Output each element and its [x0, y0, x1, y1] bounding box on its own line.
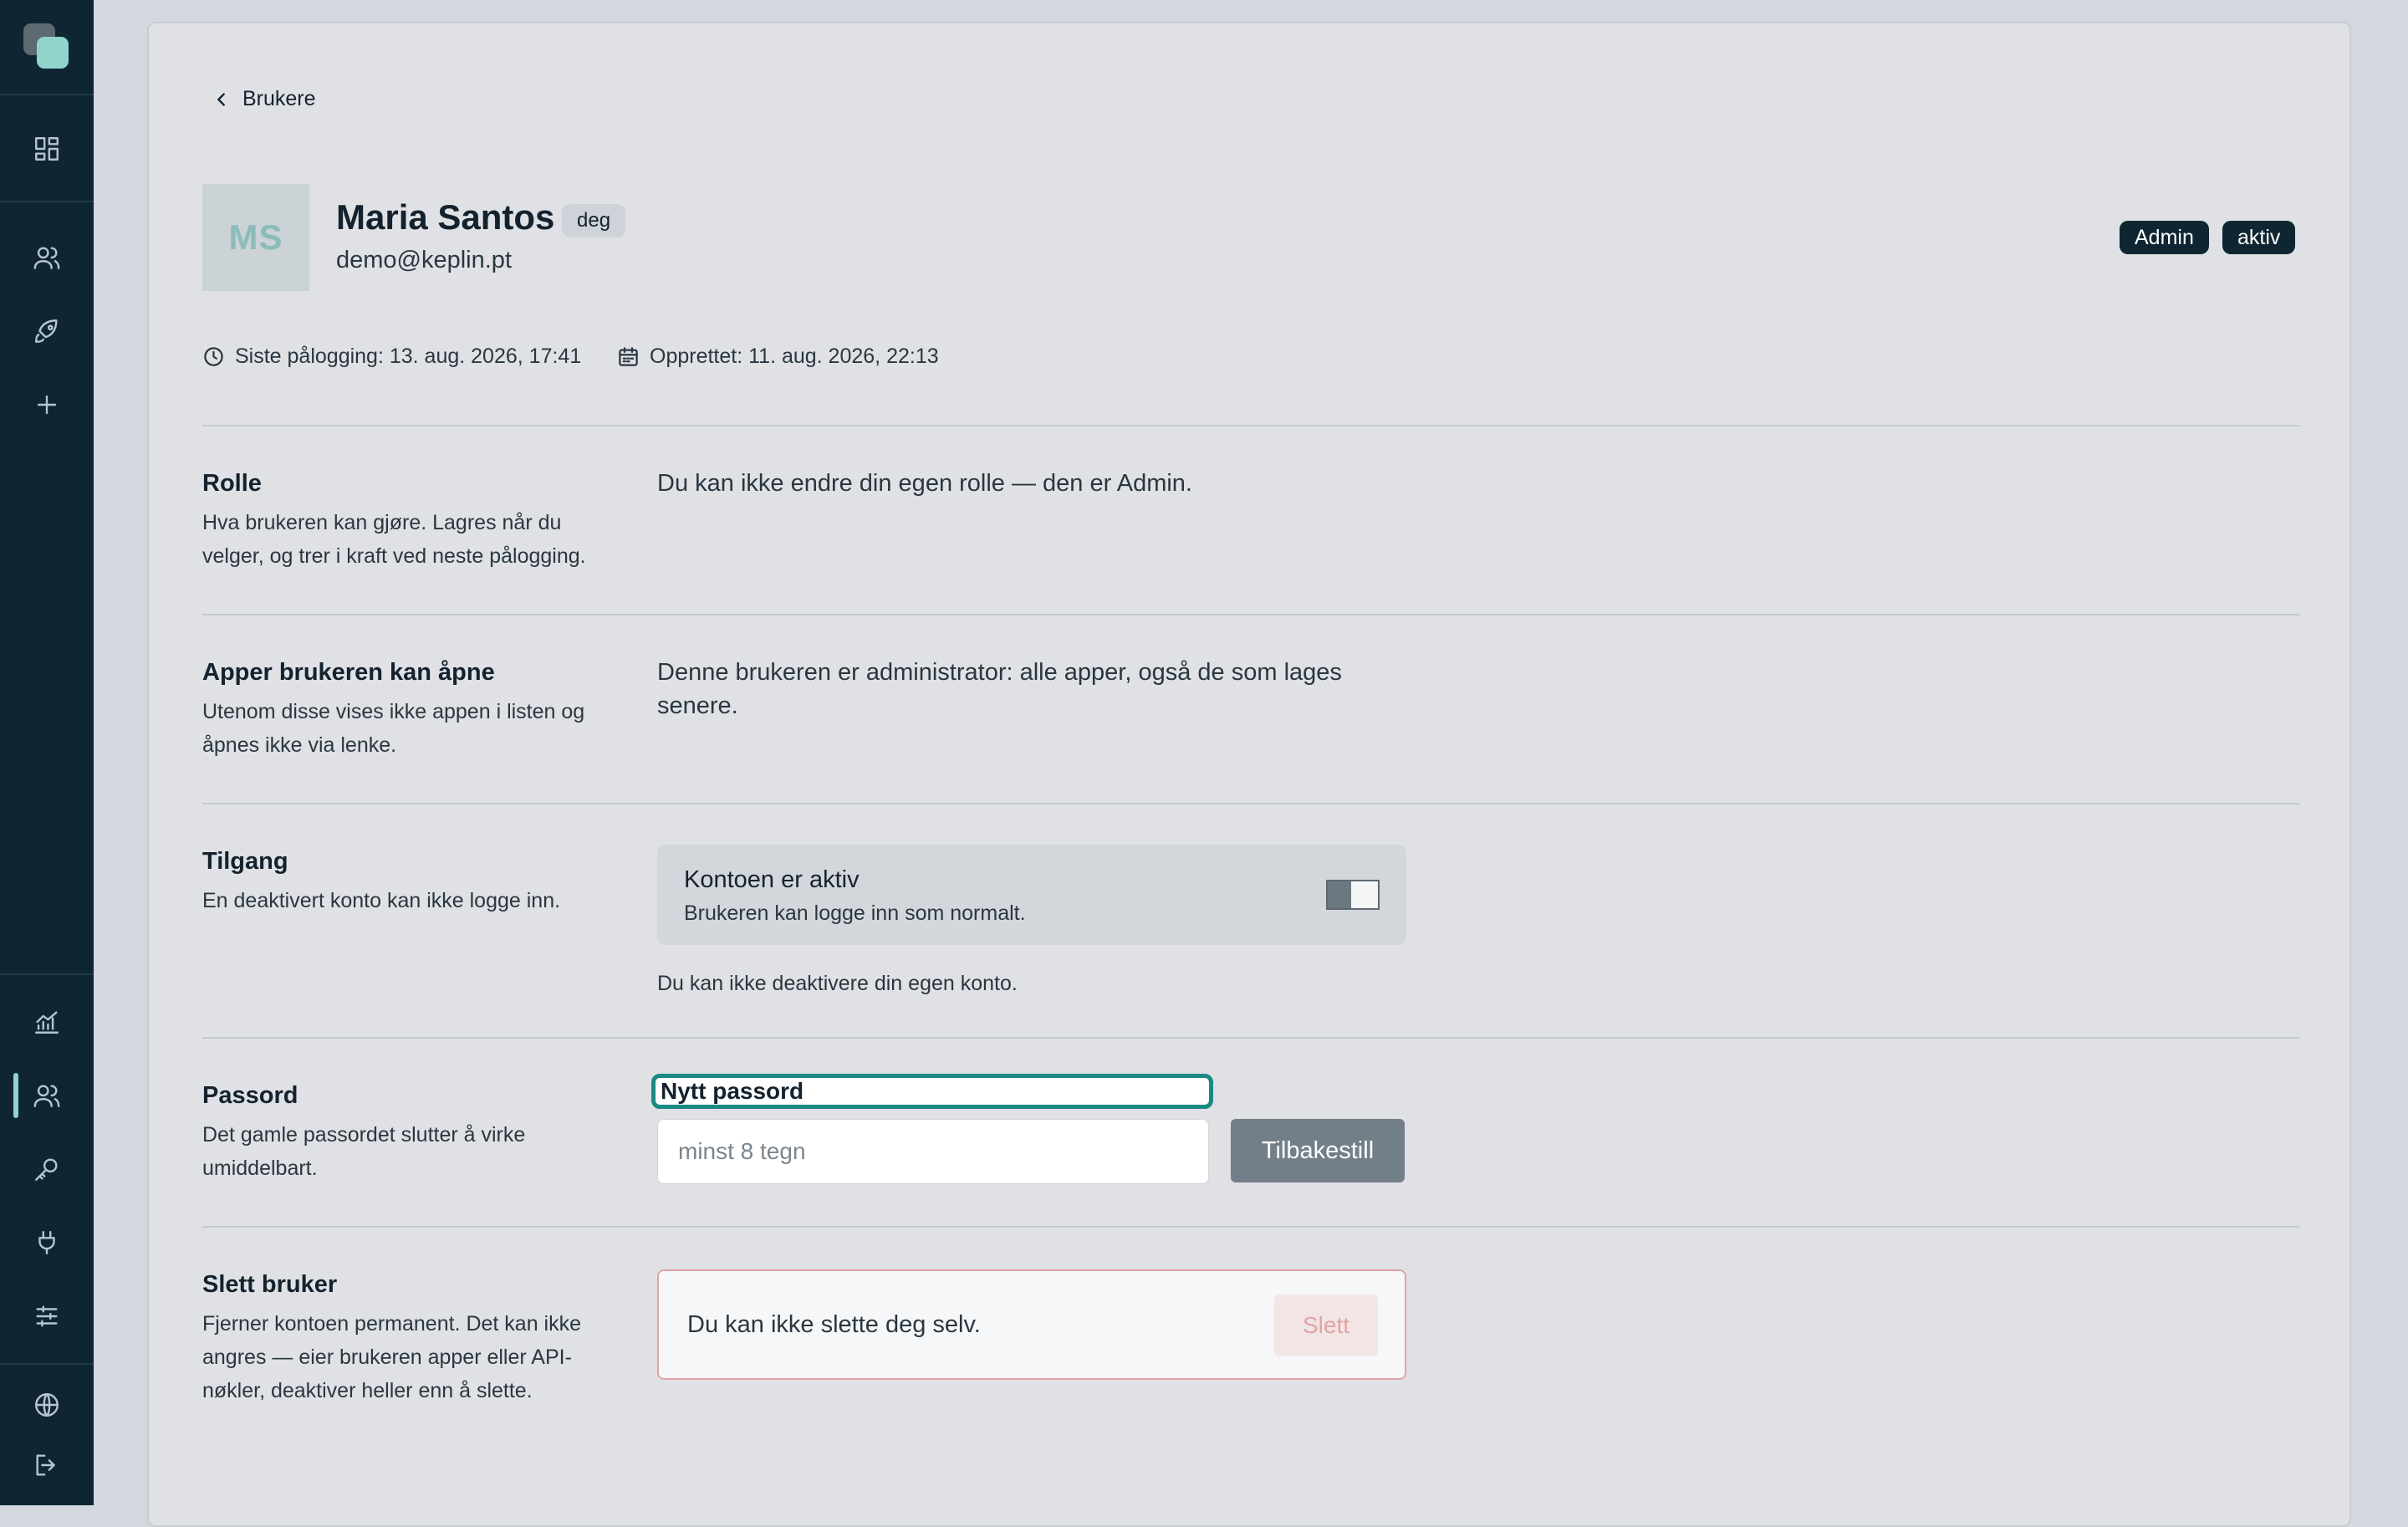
user-email: demo@keplin.pt	[336, 247, 512, 273]
chart-icon	[35, 1011, 59, 1034]
users-icon	[33, 247, 60, 269]
apps-section-title: Apper brukeren kan åpne	[202, 659, 495, 686]
role-section-title: Rolle	[202, 470, 262, 497]
account-active-title: Kontoen er aktiv	[684, 866, 860, 893]
section-divider	[202, 1037, 2299, 1039]
sliders-icon	[36, 1305, 58, 1327]
sidebar-item-integrations[interactable]	[30, 1226, 64, 1259]
globe-icon	[35, 1393, 59, 1417]
access-section-desc: En deaktivert konto kan ikke logge inn.	[202, 889, 561, 912]
you-badge: deg	[562, 204, 626, 237]
key-icon	[35, 1158, 58, 1181]
deactivate-note: Du kan ikke deaktivere din egen konto.	[657, 972, 1018, 995]
last-login: Siste pålogging: 13. aug. 2026, 17:41	[202, 345, 581, 369]
logout-icon	[36, 1454, 55, 1476]
sidebar-item-language[interactable]	[30, 1388, 64, 1422]
chevron-left-icon	[217, 92, 225, 106]
sidebar-divider	[0, 1363, 94, 1365]
role-section-body: Du kan ikke endre din egen rolle — den e…	[657, 470, 1192, 497]
section-divider	[202, 803, 2299, 804]
delete-section-title: Slett bruker	[202, 1271, 338, 1298]
new-password-label: Nytt passord	[651, 1074, 1213, 1109]
new-password-input[interactable]	[657, 1119, 1209, 1184]
sidebar-item-dashboard[interactable]	[30, 132, 64, 166]
sidebar-item-users[interactable]	[30, 241, 64, 274]
sidebar-item-launch[interactable]	[30, 314, 64, 348]
user-name: Maria Santos	[336, 197, 555, 237]
sidebar-item-users-active[interactable]	[30, 1079, 64, 1112]
access-section-title: Tilgang	[202, 848, 288, 875]
sidebar	[0, 0, 94, 1505]
calendar-icon	[619, 347, 638, 366]
back-link-label: Brukere	[242, 87, 316, 110]
role-badge: Admin	[2120, 221, 2209, 254]
section-divider	[202, 614, 2299, 615]
section-divider	[202, 1226, 2299, 1228]
plus-icon	[37, 395, 57, 415]
reset-password-button[interactable]: Tilbakestill	[1231, 1119, 1405, 1182]
apps-section-desc: Utenom disse vises ikke appen i listen o…	[202, 700, 585, 757]
role-section-desc: Hva brukeren kan gjøre. Lagres når du ve…	[202, 511, 586, 568]
rocket-icon	[35, 319, 58, 343]
delete-user-button[interactable]: Slett	[1274, 1295, 1378, 1356]
section-divider	[202, 425, 2299, 426]
account-active-toggle[interactable]	[1326, 880, 1380, 910]
delete-message: Du kan ikke slette deg selv.	[687, 1311, 981, 1338]
back-link[interactable]: Brukere	[212, 87, 316, 111]
avatar: MS	[202, 184, 309, 291]
sidebar-item-settings[interactable]	[30, 1300, 64, 1333]
dashboard-icon	[35, 137, 59, 161]
toggle-knob	[1328, 881, 1351, 908]
delete-section-desc: Fjerner kontoen permanent. Det kan ikke …	[202, 1312, 582, 1402]
password-section-title: Passord	[202, 1082, 298, 1109]
plug-icon	[38, 1231, 55, 1254]
sidebar-divider	[0, 973, 94, 975]
sidebar-item-analytics[interactable]	[30, 1005, 64, 1039]
sidebar-divider	[0, 94, 94, 95]
sidebar-item-keys[interactable]	[30, 1152, 64, 1186]
users-icon	[33, 1085, 60, 1107]
delete-user-panel: Du kan ikke slette deg selv. Slett	[657, 1269, 1406, 1380]
status-badge: aktiv	[2222, 221, 2296, 254]
account-active-panel: Kontoen er aktiv Brukeren kan logge inn …	[657, 845, 1406, 945]
password-section-desc: Det gamle passordet slutter å virke umid…	[202, 1123, 526, 1180]
app-logo[interactable]	[23, 23, 70, 70]
created-date: Opprettet: 11. aug. 2026, 22:13	[617, 345, 939, 369]
sidebar-item-add[interactable]	[30, 388, 64, 421]
clock-icon	[204, 347, 223, 366]
created-text: Opprettet: 11. aug. 2026, 22:13	[650, 345, 939, 368]
last-login-text: Siste pålogging: 13. aug. 2026, 17:41	[235, 345, 582, 368]
sidebar-item-logout[interactable]	[30, 1448, 64, 1482]
sidebar-active-indicator	[13, 1073, 18, 1118]
account-active-subtitle: Brukeren kan logge inn som normalt.	[684, 901, 1026, 925]
sidebar-divider	[0, 201, 94, 202]
apps-section-body: Denne brukeren er administrator: alle ap…	[657, 659, 1342, 719]
